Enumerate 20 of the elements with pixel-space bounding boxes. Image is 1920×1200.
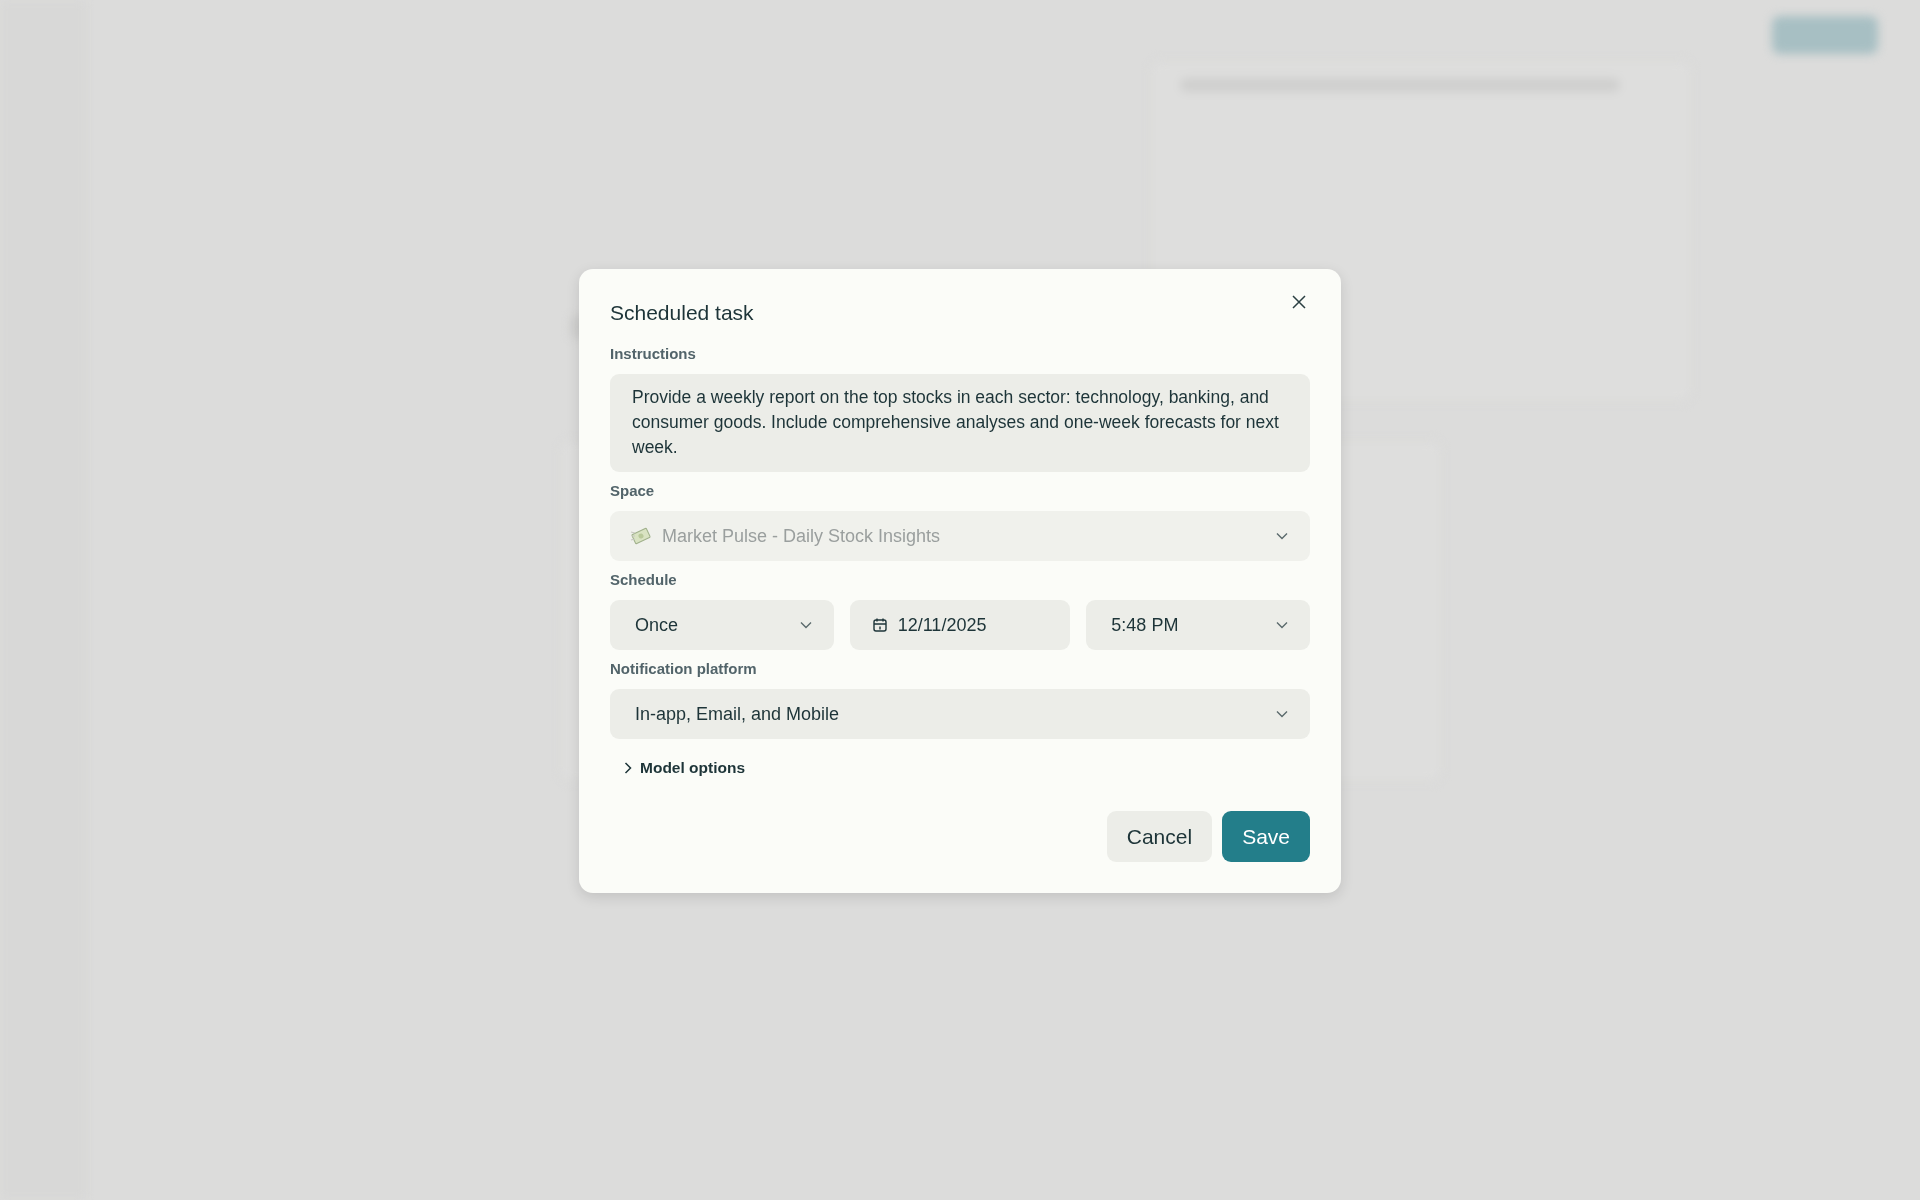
field-label: Schedule — [610, 571, 678, 588]
field-label: Notification platform — [610, 660, 758, 677]
frequency-dropdown[interactable]: Once — [610, 600, 834, 650]
model-options-toggle[interactable]: Model options — [610, 755, 748, 781]
chevron-down-icon — [1276, 621, 1288, 629]
field-label: Space — [610, 482, 656, 499]
dialog-title: Scheduled task — [610, 300, 754, 325]
instructions-field[interactable]: Provide a weekly report on the top stocks in each sector: technology, banking, and consumer goods. Include comprehensive analyses and one-week forecasts for next week. — [610, 374, 1310, 472]
chevron-down-icon — [1276, 710, 1288, 718]
chevron-down-icon — [799, 621, 812, 629]
chevron-right-icon — [624, 762, 632, 774]
save-button[interactable]: Save — [1222, 811, 1310, 862]
close-icon — [1292, 295, 1306, 309]
date-field[interactable]: 12/11/2025 — [849, 600, 1071, 650]
calendar-icon — [871, 617, 888, 633]
field-label: Instructions — [610, 345, 697, 362]
chevron-down-icon — [1276, 532, 1288, 540]
time-dropdown[interactable]: 5:48 PM — [1086, 600, 1310, 650]
cancel-button[interactable]: Cancel — [1106, 811, 1213, 862]
notification-dropdown[interactable]: In-app, Email, and Mobile — [610, 689, 1310, 739]
